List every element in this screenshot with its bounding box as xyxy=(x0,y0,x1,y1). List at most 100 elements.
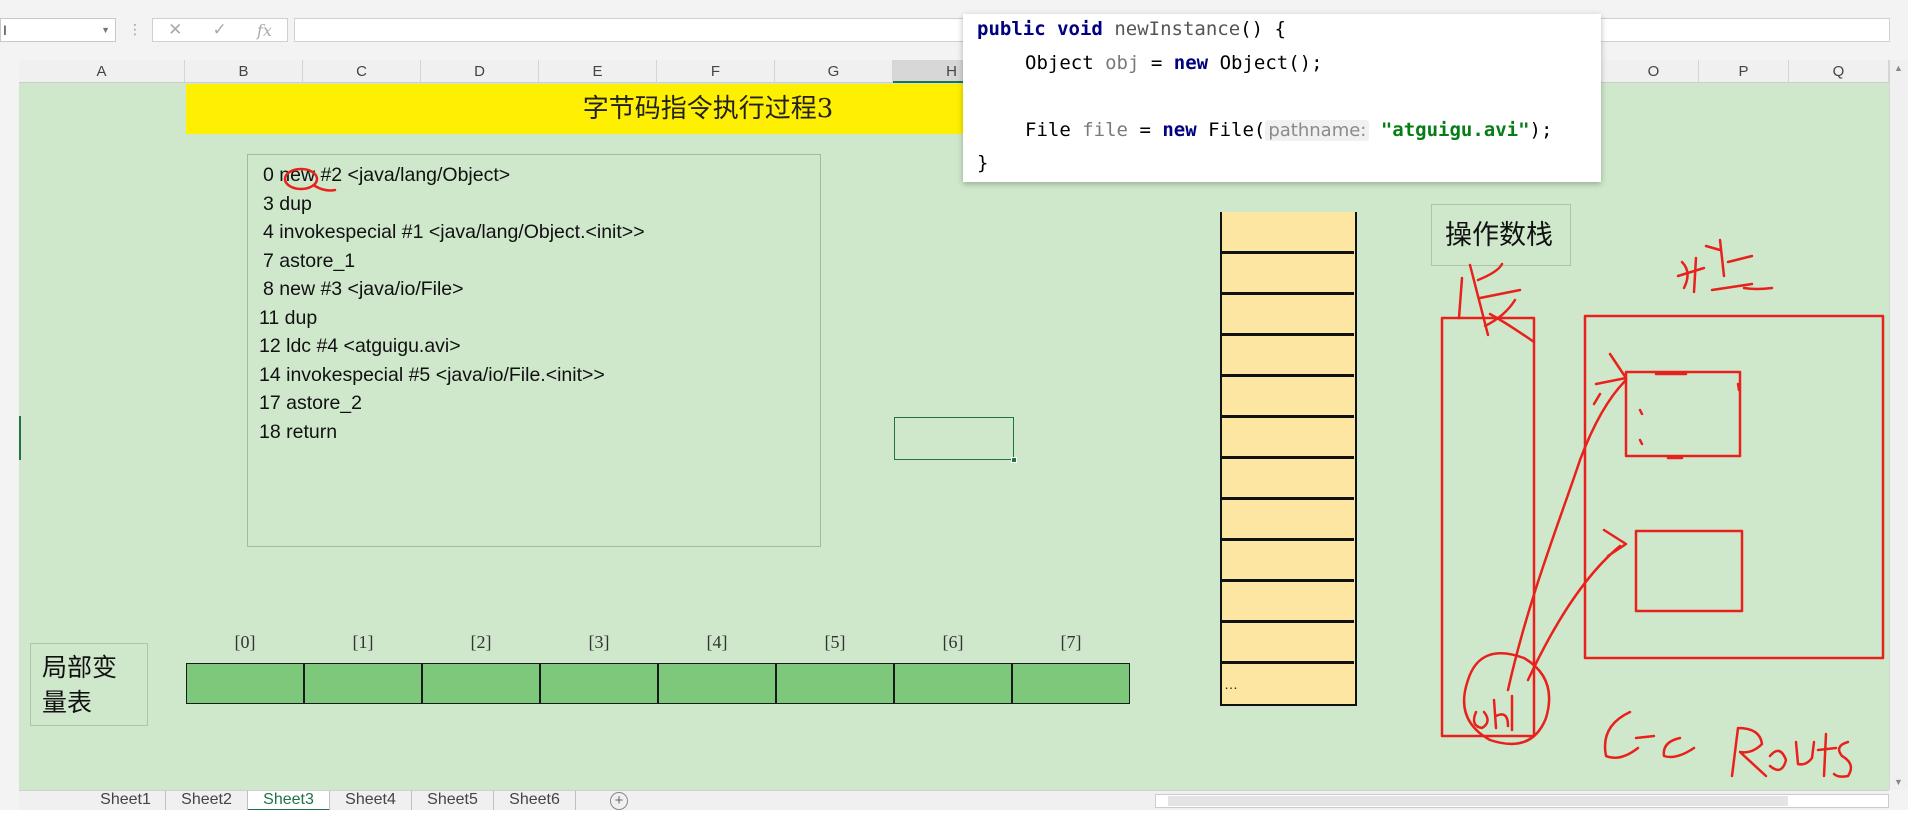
bytecode-line: 11 dup xyxy=(259,307,318,329)
slot-index: [1] xyxy=(352,632,374,652)
column-header-p[interactable]: P xyxy=(1699,60,1789,83)
fill-handle[interactable] xyxy=(1011,457,1017,463)
slot-index: [4] xyxy=(706,632,728,652)
bytecode-line: 8 new #3 <java/io/File> xyxy=(263,278,464,300)
local-variable-slot xyxy=(186,663,304,704)
local-variable-slot xyxy=(776,663,894,704)
stack-slot-divider xyxy=(1222,456,1354,459)
bytecode-line: 7 astore_1 xyxy=(263,250,356,272)
stack-slot-divider xyxy=(1222,497,1354,500)
bytecode-line: 18 return xyxy=(259,421,338,443)
insert-function-icon[interactable]: fx xyxy=(257,21,272,40)
local-variable-label: 局部变 量表 xyxy=(42,650,142,720)
scroll-up-icon[interactable]: ▲ xyxy=(1894,63,1903,73)
tab-sheet6[interactable]: Sheet6 xyxy=(494,791,576,811)
stack-ellipsis: … xyxy=(1224,676,1238,692)
local-variable-slot xyxy=(304,663,422,704)
formula-bar-buttons: ✕ ✓ fx xyxy=(152,18,288,42)
local-variable-label-line1: 局部变 xyxy=(42,653,118,682)
code-keyword: new xyxy=(1173,52,1209,74)
code-punct: () { xyxy=(1240,18,1286,40)
slot-index: [2] xyxy=(470,632,492,652)
code-keyword: public xyxy=(977,18,1046,40)
selected-cell[interactable] xyxy=(894,417,1017,463)
local-variable-slot xyxy=(422,663,540,704)
row-selection-marker xyxy=(19,416,21,460)
code-call: Object(); xyxy=(1219,52,1323,74)
scrollbar-thumb[interactable] xyxy=(1168,796,1788,806)
column-header-d[interactable]: D xyxy=(421,60,539,83)
scroll-down-icon[interactable]: ▼ xyxy=(1894,777,1903,787)
slot-index: [6] xyxy=(942,632,964,652)
bytecode-line: 4 invokespecial #1 <java/lang/Object.<in… xyxy=(263,221,645,243)
local-variable-slot xyxy=(658,663,776,704)
slot-index: [0] xyxy=(234,632,256,652)
tab-sheet3[interactable]: Sheet3 xyxy=(248,791,330,811)
parameter-hint: pathname: xyxy=(1265,120,1370,141)
code-line: } xyxy=(977,152,989,174)
code-type: File xyxy=(1025,119,1071,141)
local-variable-label-line2: 量表 xyxy=(42,688,93,717)
cancel-icon[interactable]: ✕ xyxy=(168,20,182,40)
window-bottom-edge xyxy=(0,810,1908,826)
formula-bar-grip-icon[interactable]: ⋮ xyxy=(128,18,142,42)
horizontal-scrollbar[interactable] xyxy=(1155,794,1889,808)
stack-slot-divider xyxy=(1222,251,1354,254)
code-string: "atguigu.avi" xyxy=(1380,119,1530,141)
local-variable-slot xyxy=(894,663,1012,704)
code-punct: = xyxy=(1150,52,1163,74)
vertical-scrollbar[interactable]: ▲ ▼ xyxy=(1889,60,1908,790)
bytecode-line: 14 invokespecial #5 <java/io/File.<init>… xyxy=(259,364,605,386)
code-keyword: new xyxy=(1162,119,1197,141)
code-variable: file xyxy=(1082,119,1128,141)
code-method-name: newInstance xyxy=(1114,18,1241,40)
column-header-c[interactable]: C xyxy=(303,60,421,83)
column-header-row: A B C D E F G H O P Q xyxy=(19,60,1889,83)
stack-slot-divider xyxy=(1222,579,1354,582)
operand-stack-label: 操作数栈 xyxy=(1445,220,1553,251)
column-header-b[interactable]: B xyxy=(185,60,303,83)
column-header-o[interactable]: O xyxy=(1609,60,1699,83)
slot-index: [7] xyxy=(1060,632,1082,652)
code-line: File file = new File(pathname: "atguigu.… xyxy=(1025,117,1552,144)
code-call: File( xyxy=(1208,119,1266,141)
stack-slot-divider xyxy=(1222,415,1354,418)
stack-slot-divider xyxy=(1222,538,1354,541)
tab-sheet1[interactable]: Sheet1 xyxy=(86,791,166,811)
code-line: Object obj = new Object(); xyxy=(1025,50,1323,76)
local-variable-slot xyxy=(1012,663,1130,704)
stack-slot-divider xyxy=(1222,620,1354,623)
bytecode-line: 3 dup xyxy=(263,193,312,215)
enter-icon[interactable]: ✓ xyxy=(213,20,227,40)
column-header-e[interactable]: E xyxy=(539,60,657,83)
tab-sheet5[interactable]: Sheet5 xyxy=(412,791,494,811)
code-type: Object xyxy=(1025,52,1094,74)
column-header-g[interactable]: G xyxy=(775,60,893,83)
stack-slot-divider xyxy=(1222,661,1354,664)
slot-index: [3] xyxy=(588,632,610,652)
local-variable-slot xyxy=(540,663,658,704)
stack-slot-divider xyxy=(1222,374,1354,377)
code-line: public void newInstance() { xyxy=(977,16,1286,42)
operand-stack xyxy=(1220,212,1357,706)
chevron-down-icon[interactable]: ▼ xyxy=(101,19,110,41)
name-box[interactable]: I ▼ xyxy=(0,18,116,42)
spreadsheet-window: { "namebox": {"value": "I"}, "formula_ba… xyxy=(0,0,1908,826)
name-box-value: I xyxy=(3,22,7,38)
slot-index: [5] xyxy=(824,632,846,652)
stack-slot-divider xyxy=(1222,333,1354,336)
column-header-a[interactable]: A xyxy=(19,60,185,83)
code-punct: ); xyxy=(1529,119,1553,141)
tab-sheet2[interactable]: Sheet2 xyxy=(166,791,248,811)
code-punct: = xyxy=(1139,119,1151,141)
column-header-q[interactable]: Q xyxy=(1789,60,1889,83)
code-keyword: void xyxy=(1057,18,1103,40)
bytecode-line: 17 astore_2 xyxy=(259,392,362,414)
bytecode-line: 0 new #2 <java/lang/Object> xyxy=(263,164,511,186)
code-variable: obj xyxy=(1105,52,1140,74)
column-header-f[interactable]: F xyxy=(657,60,775,83)
stack-slot-divider xyxy=(1222,292,1354,295)
add-sheet-icon[interactable]: + xyxy=(610,792,628,810)
tab-sheet4[interactable]: Sheet4 xyxy=(330,791,412,811)
java-source-popup: public void newInstance() { Object obj =… xyxy=(963,14,1601,182)
